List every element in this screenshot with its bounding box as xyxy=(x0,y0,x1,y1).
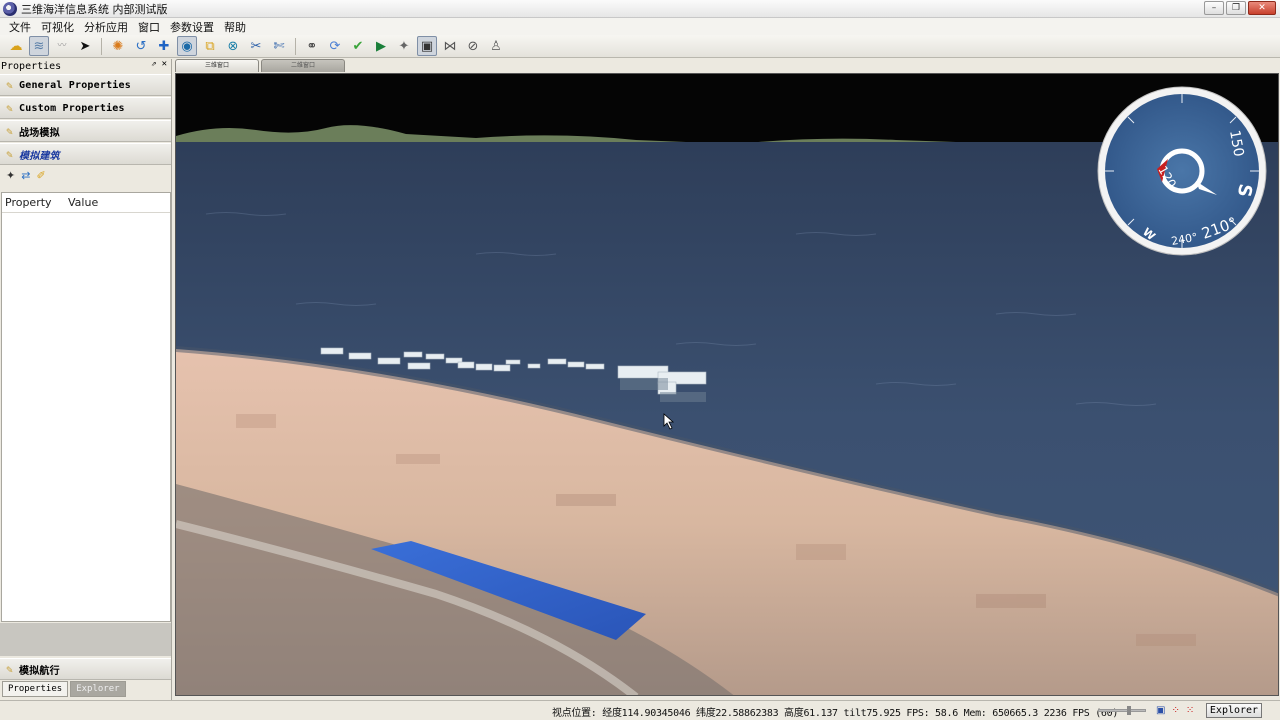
app-logo-icon xyxy=(3,1,17,16)
network-icon[interactable]: ⋈ xyxy=(440,36,460,56)
section-label: 模拟航行 xyxy=(19,665,60,677)
section-general-properties[interactable]: ✎ General Properties xyxy=(0,74,171,96)
pointer-icon[interactable]: ➤ xyxy=(75,36,95,56)
pencil-icon: ✎ xyxy=(6,101,13,115)
toolbar-separator xyxy=(101,37,102,55)
weather-icon[interactable]: ☁ xyxy=(6,36,26,56)
split-view-icon[interactable]: ⁘ xyxy=(1171,705,1179,716)
tab-explorer[interactable]: Explorer xyxy=(70,681,126,697)
binoculars-icon[interactable]: ⚭ xyxy=(302,36,322,56)
building-tools: ✦ ⇄ ✐ xyxy=(0,165,171,185)
brush-icon[interactable]: ✐ xyxy=(36,169,45,182)
panel-header-buttons: ⇗ ✕ xyxy=(151,59,167,69)
section-custom-properties[interactable]: ✎ Custom Properties xyxy=(0,97,171,119)
add-icon[interactable]: ✚ xyxy=(154,36,174,56)
app-window: 三维海洋信息系统 内部测试版 – ❐ ✕ 文件 可视化 分析应用 窗口 参数设置… xyxy=(0,0,1280,720)
pencil-icon: ✎ xyxy=(6,662,13,676)
section-label: General Properties xyxy=(19,79,131,91)
status-bar: 视点位置: 经度114.90345046 纬度22.58862383 高度61.… xyxy=(0,700,1280,720)
window-title: 三维海洋信息系统 内部测试版 xyxy=(21,2,168,16)
pin-icon[interactable]: ⇗ xyxy=(151,59,156,69)
pencil-icon: ✎ xyxy=(6,147,13,161)
pencil-icon: ✎ xyxy=(6,124,13,138)
swap-icon[interactable]: ⇄ xyxy=(21,169,30,182)
minimize-button[interactable]: – xyxy=(1204,1,1224,15)
maximize-button[interactable]: ❐ xyxy=(1226,1,1246,15)
stop-icon[interactable]: ⊗ xyxy=(223,36,243,56)
undo-icon[interactable]: ↺ xyxy=(131,36,151,56)
viewpoint-status: 视点位置: 经度114.90345046 纬度22.58862383 高度61.… xyxy=(552,708,1119,719)
view-tabs: 三维窗口 二维窗口 xyxy=(175,59,345,73)
menu-visualize[interactable]: 可视化 xyxy=(36,19,79,35)
check-icon[interactable]: ✔ xyxy=(348,36,368,56)
layout-icons: ▣ ⁘ ⁙ xyxy=(1156,705,1194,716)
main-toolbar: ☁ ≋ 〰 ➤ ✺ ↺ ✚ ◉ ⧉ ⊗ ✂ ✄ ⚭ ⟳ ✔ ▶ ✦ ▣ ⋈ ⊘ … xyxy=(0,35,1280,58)
user-icon[interactable]: ♙ xyxy=(486,36,506,56)
zoom-slider[interactable] xyxy=(1098,706,1146,715)
panel-bottom-tabs: Properties Explorer xyxy=(2,681,126,697)
column-value: Value xyxy=(68,196,99,209)
menu-settings[interactable]: 参数设置 xyxy=(165,19,219,35)
menu-file[interactable]: 文件 xyxy=(4,19,36,35)
section-voyage-sim[interactable]: ✎ 模拟航行 xyxy=(0,658,171,680)
column-property: Property xyxy=(5,196,52,209)
tab-2d-view[interactable]: 二维窗口 xyxy=(261,59,345,72)
scene-render[interactable]: 120 150 S 210° 240° W xyxy=(176,74,1279,696)
monitor-icon[interactable]: ▣ xyxy=(417,36,437,56)
property-grid-header: Property Value xyxy=(2,193,170,213)
properties-panel: Properties ⇗ ✕ ✎ General Properties ✎ Cu… xyxy=(0,59,172,700)
wave-icon[interactable]: 〰 xyxy=(52,36,72,56)
panel-empty-area xyxy=(0,623,171,656)
menu-analysis[interactable]: 分析应用 xyxy=(79,19,133,35)
window-controls: – ❐ ✕ xyxy=(1204,1,1276,15)
panel-title: Properties xyxy=(1,60,62,72)
play-icon[interactable]: ▶ xyxy=(371,36,391,56)
scissors-icon[interactable]: ✄ xyxy=(269,36,289,56)
section-label: 战场模拟 xyxy=(19,127,60,139)
tab-3d-view[interactable]: 三维窗口 xyxy=(175,59,259,72)
menu-bar: 文件 可视化 分析应用 窗口 参数设置 帮助 xyxy=(0,18,1280,35)
add-point-icon[interactable]: ✦ xyxy=(6,169,15,182)
menu-window[interactable]: 窗口 xyxy=(133,19,165,35)
measure-icon[interactable]: ✂ xyxy=(246,36,266,56)
3d-viewport[interactable]: 120 150 S 210° 240° W xyxy=(175,73,1279,696)
section-label: 模拟建筑 xyxy=(19,150,60,162)
layers-icon[interactable]: ⧉ xyxy=(200,36,220,56)
section-building-sim[interactable]: ✎ 模拟建筑 xyxy=(0,143,171,165)
sync-icon[interactable]: ⟳ xyxy=(325,36,345,56)
earth-icon[interactable]: ◉ xyxy=(177,36,197,56)
zoom-slider-thumb[interactable] xyxy=(1127,706,1131,715)
explorer-button[interactable]: Explorer xyxy=(1206,703,1262,718)
close-button[interactable]: ✕ xyxy=(1248,1,1276,15)
quad-view-icon[interactable]: ⁙ xyxy=(1186,705,1194,716)
toolbar-separator xyxy=(295,37,296,55)
property-grid[interactable]: Property Value xyxy=(1,192,171,622)
tab-properties[interactable]: Properties xyxy=(2,681,69,697)
ocean-icon[interactable]: ≋ xyxy=(29,36,49,56)
pencil-icon: ✎ xyxy=(6,78,13,92)
menu-help[interactable]: 帮助 xyxy=(219,19,251,35)
panel-close-icon[interactable]: ✕ xyxy=(162,59,167,69)
globe-tool-icon[interactable]: ✺ xyxy=(108,36,128,56)
target-icon[interactable]: ✦ xyxy=(394,36,414,56)
title-bar: 三维海洋信息系统 内部测试版 – ❐ ✕ xyxy=(0,0,1280,18)
section-battlefield-sim[interactable]: ✎ 战场模拟 xyxy=(0,120,171,142)
clock-icon[interactable]: ⊘ xyxy=(463,36,483,56)
panel-header: Properties ⇗ ✕ xyxy=(0,59,171,73)
section-label: Custom Properties xyxy=(19,102,125,114)
single-view-icon[interactable]: ▣ xyxy=(1156,705,1165,716)
compass-widget[interactable]: 120 150 S 210° 240° W xyxy=(1097,86,1267,256)
